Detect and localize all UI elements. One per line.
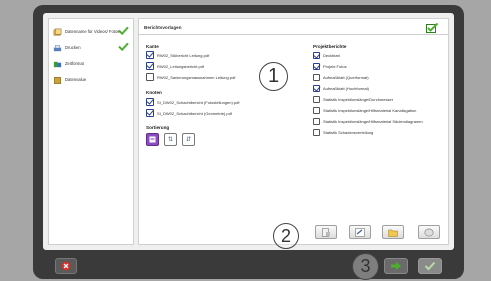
checkbox-row[interactable]: Aufmaßblatt (Hochformat) (313, 83, 369, 93)
checkbox-row[interactable]: Statistik Inspektionslänge/Hilfsmaterial… (313, 116, 423, 126)
checkbox-label: RW02_Sanierungsmassnahmen Leitung.pdf (157, 74, 236, 80)
checkbox[interactable] (146, 98, 154, 106)
printer-icon (53, 44, 62, 51)
sidebar-item-label: Drucken (65, 44, 81, 50)
sidebar-item-timeformat[interactable]: Zeitformat (53, 57, 131, 71)
checkbox-row[interactable]: RW02_Sanierungsmassnahmen Leitung.pdf (146, 72, 235, 82)
eraser-icon (424, 228, 434, 236)
callout-1: 1 (259, 62, 288, 91)
checkbox[interactable] (313, 62, 320, 70)
checkbox[interactable] (313, 117, 320, 125)
checkbox[interactable] (313, 73, 320, 81)
panel-header: Berichtsvorlagen (139, 19, 448, 35)
checkbox[interactable] (146, 51, 154, 59)
sidebar-item-photos[interactable]: Datenname für Videos/ Fotos (53, 25, 131, 39)
checkbox-label: SI_DW02_Schachtbericht (Fotostellungen).… (157, 99, 240, 105)
sidebar-item-label: Zeitformat (65, 60, 84, 66)
checkbox-row[interactable]: Statistik Inspektionslänge/Hilfsmaterial… (313, 105, 416, 115)
checkbox-row[interactable]: Statistik Schadensverteilung (313, 127, 373, 137)
check-icon (118, 42, 129, 51)
section-heading-knoten: Knoten (146, 90, 162, 95)
format-icon (53, 61, 62, 67)
check-icon (118, 26, 129, 35)
finish-button[interactable] (418, 258, 442, 274)
section-heading-kante: Kante (146, 44, 159, 49)
template-copy-button[interactable] (382, 225, 404, 239)
checkbox-label: Aufmaßblatt (Hochformat) (323, 85, 370, 91)
sort-default-button[interactable] (146, 133, 159, 146)
checkbox-row[interactable]: Statistik Inspektionslänge/Durchmesser (313, 94, 393, 104)
checkbox-row[interactable]: SI_DW02_Schachtbericht (Geometrie).pdf (146, 108, 232, 118)
wizard-sidebar: Datenname für Videos/ Fotos Drucken Zeit… (48, 18, 134, 245)
page-title: Berichtsvorlagen (144, 25, 182, 30)
edit-icon (355, 227, 365, 237)
sidebar-item-label: Datenvalue (65, 76, 87, 82)
next-button[interactable] (384, 258, 408, 274)
checkbox-row[interactable]: SI_DW02_Schachtbericht (Fotostellungen).… (146, 97, 240, 107)
checkbox-label: Statistik Schadensverteilung (323, 129, 374, 135)
callout-2: 2 (273, 223, 299, 249)
callout-3: 3 (352, 253, 379, 280)
checkbox[interactable] (313, 51, 320, 59)
sort-descending-icon: ⇵ (185, 137, 192, 143)
checkbox-row[interactable]: Deckblatt (313, 50, 340, 60)
checkbox-label: Aufmaßblatt (Querformat) (323, 74, 369, 80)
checkbox-row[interactable]: Aufmaßblatt (Querformat) (313, 72, 369, 82)
checkbox[interactable] (146, 73, 154, 81)
sidebar-item-print[interactable]: Drucken (53, 41, 131, 55)
photo-stack-icon (53, 28, 62, 35)
section-heading-projektberichte: Projektberichte (313, 44, 347, 49)
checkbox-label: SI_DW02_Schachtbericht (Geometrie).pdf (157, 110, 232, 116)
sidebar-item-datavalue[interactable]: Datenvalue (53, 73, 131, 87)
confirm-check-icon[interactable] (426, 23, 438, 33)
checkbox-label: RW02_Leitungsbericht.pdf (157, 63, 205, 69)
checkbox-label: Statistik Inspektionslänge/Durchmesser (323, 96, 394, 102)
checkbox-row[interactable]: RW02_Leitungsbericht.pdf (146, 61, 204, 71)
list-icon (149, 136, 156, 143)
wizard-panel: Datenname für Videos/ Fotos Drucken Zeit… (43, 13, 454, 250)
checkbox-row[interactable]: RW02_Stübericht Leitung.pdf (146, 50, 209, 60)
section-heading-sortierung: Sortierung (146, 125, 170, 130)
sort-descending-button[interactable]: ⇵ (182, 133, 195, 146)
document-icon (322, 227, 330, 237)
checkbox[interactable] (313, 95, 320, 103)
data-icon (54, 76, 61, 84)
template-new-button[interactable] (315, 225, 337, 239)
checkbox[interactable] (313, 106, 320, 114)
check-icon (424, 261, 436, 271)
sort-ascending-button[interactable]: ⇅ (164, 133, 177, 146)
checkbox-row[interactable]: Projekt Fotos (313, 61, 347, 71)
checkbox-label: Deckblatt (323, 52, 340, 58)
template-edit-button[interactable] (349, 225, 371, 239)
checkbox-label: RW02_Stübericht Leitung.pdf (157, 52, 210, 58)
checkbox[interactable] (313, 84, 320, 92)
close-icon (61, 261, 71, 271)
sort-ascending-icon: ⇅ (167, 137, 174, 143)
cancel-button[interactable] (55, 258, 77, 274)
checkbox-label: Projekt Fotos (323, 63, 347, 69)
checkbox-label: Statistik Inspektionslänge/Hilfsmaterial… (323, 107, 417, 113)
checkbox-label: Statistik Inspektionslänge/Hilfsmaterial… (323, 118, 423, 124)
folder-icon (388, 229, 398, 237)
report-templates-panel: Berichtsvorlagen Kante RW02_Stübericht L… (138, 18, 449, 245)
checkbox[interactable] (146, 109, 154, 117)
checkbox[interactable] (146, 62, 154, 70)
template-delete-button[interactable] (418, 225, 440, 239)
app-frame: Datenname für Videos/ Fotos Drucken Zeit… (33, 5, 464, 279)
sidebar-item-label: Datenname für Videos/ Fotos (65, 28, 120, 34)
arrow-right-icon (391, 262, 401, 270)
checkbox[interactable] (313, 128, 320, 136)
